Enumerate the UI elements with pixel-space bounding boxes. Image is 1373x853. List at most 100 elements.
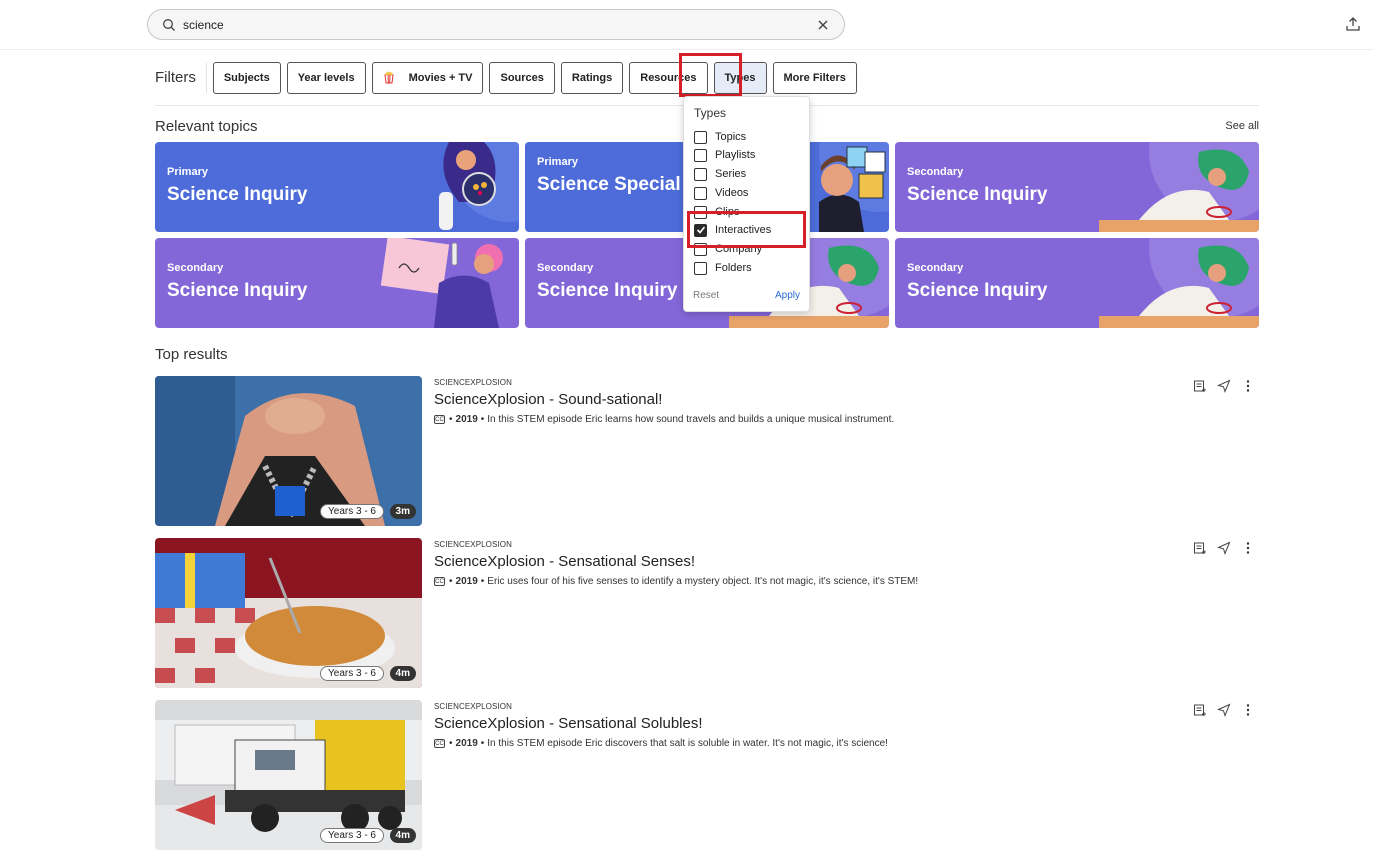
share-icon[interactable] bbox=[1217, 379, 1231, 393]
apply-button[interactable]: Apply bbox=[775, 290, 800, 301]
topic-card-level: Secondary bbox=[907, 166, 964, 178]
duration-badge: 4m bbox=[389, 828, 416, 843]
type-option-series[interactable]: Series bbox=[694, 165, 746, 183]
result-actions bbox=[1193, 379, 1255, 393]
scientist-microscope-illustration bbox=[439, 142, 519, 230]
result-title[interactable]: ScienceXplosion - Sensational Senses! bbox=[434, 553, 695, 570]
type-option-interactives[interactable]: Interactives bbox=[694, 221, 771, 239]
type-option-topics[interactable]: Topics bbox=[694, 128, 746, 146]
upload-icon[interactable] bbox=[1345, 16, 1361, 32]
topic-card-level: Secondary bbox=[537, 262, 594, 274]
closed-captions-icon: CC bbox=[434, 577, 445, 586]
result-title[interactable]: ScienceXplosion - Sensational Solubles! bbox=[434, 715, 703, 732]
closed-captions-icon: CC bbox=[434, 415, 445, 424]
type-option-clips[interactable]: Clips bbox=[694, 203, 739, 221]
checkbox[interactable] bbox=[694, 242, 707, 256]
type-option-label: Topics bbox=[715, 131, 747, 143]
add-to-playlist-icon[interactable] bbox=[1193, 379, 1207, 393]
clear-icon[interactable] bbox=[816, 18, 830, 32]
filter-types-button[interactable]: Types bbox=[713, 61, 767, 94]
result-item: Years 3 - 6 4m SCIENCEXPLOSION ScienceXp… bbox=[155, 538, 1259, 688]
scientist-magnifier-illustration bbox=[1099, 238, 1259, 328]
add-to-playlist-icon[interactable] bbox=[1193, 703, 1207, 717]
result-year: 2019 bbox=[455, 414, 478, 425]
relevant-topics-title: Relevant topics bbox=[155, 118, 258, 135]
more-options-icon[interactable] bbox=[1241, 703, 1255, 717]
type-option-folders[interactable]: Folders bbox=[694, 259, 752, 277]
more-options-icon[interactable] bbox=[1241, 541, 1255, 555]
checkbox[interactable] bbox=[694, 186, 707, 200]
check-icon bbox=[696, 226, 705, 234]
type-option-videos[interactable]: Videos bbox=[694, 184, 748, 202]
filter-more-filters-button[interactable]: More Filters bbox=[772, 61, 857, 94]
checkbox[interactable] bbox=[694, 167, 707, 181]
duration-badge: 4m bbox=[389, 666, 416, 681]
scientist-test-tube-illustration bbox=[380, 238, 503, 328]
reset-button[interactable]: Reset bbox=[693, 290, 719, 301]
thumbnail-image bbox=[155, 700, 422, 850]
search-input[interactable] bbox=[183, 17, 816, 32]
topic-card[interactable]: Secondary Science Inquiry bbox=[155, 238, 519, 328]
type-option-label: Playlists bbox=[715, 149, 756, 161]
result-source: SCIENCEXPLOSION bbox=[434, 540, 512, 549]
video-thumbnail[interactable]: Years 3 - 6 3m bbox=[155, 376, 422, 526]
filters-divider bbox=[205, 62, 207, 93]
filter-movies-tv-label: Movies + TV bbox=[408, 71, 473, 84]
share-icon[interactable] bbox=[1217, 703, 1231, 717]
filter-year-levels-button[interactable]: Year levels bbox=[286, 61, 366, 94]
result-description: Eric uses four of his five senses to ide… bbox=[487, 576, 919, 587]
checkbox[interactable] bbox=[694, 261, 707, 275]
video-thumbnail[interactable]: Years 3 - 6 4m bbox=[155, 700, 422, 850]
result-meta: CC • 2019 • Eric uses four of his five s… bbox=[434, 576, 918, 587]
meta-separator: • bbox=[449, 414, 453, 425]
checkbox[interactable] bbox=[694, 130, 707, 144]
search-box[interactable] bbox=[147, 9, 845, 40]
meta-separator: • bbox=[480, 576, 485, 587]
share-icon[interactable] bbox=[1217, 541, 1231, 555]
type-option-label: Interactives bbox=[715, 224, 772, 236]
filter-bar: Filters Subjects Year levels Movies + TV… bbox=[155, 61, 863, 94]
type-option-label: Videos bbox=[715, 187, 749, 199]
result-title[interactable]: ScienceXplosion - Sound-sational! bbox=[434, 391, 662, 408]
result-description: In this STEM episode Eric learns how sou… bbox=[487, 414, 895, 425]
search-icon bbox=[163, 18, 175, 31]
top-bar bbox=[0, 0, 1373, 50]
topic-card-level: Secondary bbox=[167, 262, 224, 274]
result-year: 2019 bbox=[455, 738, 478, 749]
topic-card[interactable]: Secondary Science Inquiry bbox=[895, 142, 1259, 232]
meta-separator: • bbox=[449, 576, 453, 587]
scientist-magnifier-illustration bbox=[1099, 142, 1259, 232]
topic-card[interactable]: Secondary Science Inquiry bbox=[895, 238, 1259, 328]
filter-resources-button[interactable]: Resources bbox=[629, 61, 708, 94]
filter-ratings-button[interactable]: Ratings bbox=[560, 61, 624, 94]
result-description: In this STEM episode Eric discovers that… bbox=[487, 738, 888, 749]
types-dropdown-heading: Types bbox=[694, 106, 727, 120]
type-option-label: Clips bbox=[715, 206, 740, 218]
topic-card-level: Secondary bbox=[907, 262, 964, 274]
filter-sources-button[interactable]: Sources bbox=[489, 61, 555, 94]
type-option-company[interactable]: Company bbox=[694, 240, 762, 258]
see-all-link[interactable]: See all bbox=[1225, 120, 1259, 132]
thumbnail-image bbox=[155, 376, 422, 526]
year-level-badge: Years 3 - 6 bbox=[320, 666, 384, 681]
result-actions bbox=[1193, 703, 1255, 717]
filter-movies-tv-button[interactable]: Movies + TV bbox=[371, 61, 484, 94]
meta-separator: • bbox=[449, 738, 453, 749]
add-to-playlist-icon[interactable] bbox=[1193, 541, 1207, 555]
checkbox[interactable] bbox=[694, 205, 707, 219]
year-level-badge: Years 3 - 6 bbox=[320, 504, 384, 519]
duration-badge: 3m bbox=[389, 504, 416, 519]
checkbox-checked[interactable] bbox=[694, 223, 707, 237]
topic-card-level: Primary bbox=[537, 156, 578, 168]
checkbox[interactable] bbox=[694, 148, 707, 162]
result-item: Years 3 - 6 4m SCIENCEXPLOSION ScienceXp… bbox=[155, 700, 1259, 850]
result-item: Years 3 - 6 3m SCIENCEXPLOSION ScienceXp… bbox=[155, 376, 1259, 526]
result-meta: CC • 2019 • In this STEM episode Eric le… bbox=[434, 414, 894, 425]
more-options-icon[interactable] bbox=[1241, 379, 1255, 393]
type-option-playlists[interactable]: Playlists bbox=[694, 146, 755, 164]
closed-captions-icon: CC bbox=[434, 739, 445, 748]
filter-subjects-button[interactable]: Subjects bbox=[212, 61, 281, 94]
topic-card[interactable]: Primary Science Inquiry bbox=[155, 142, 519, 232]
video-thumbnail[interactable]: Years 3 - 6 4m bbox=[155, 538, 422, 688]
top-results-title: Top results bbox=[155, 346, 228, 363]
